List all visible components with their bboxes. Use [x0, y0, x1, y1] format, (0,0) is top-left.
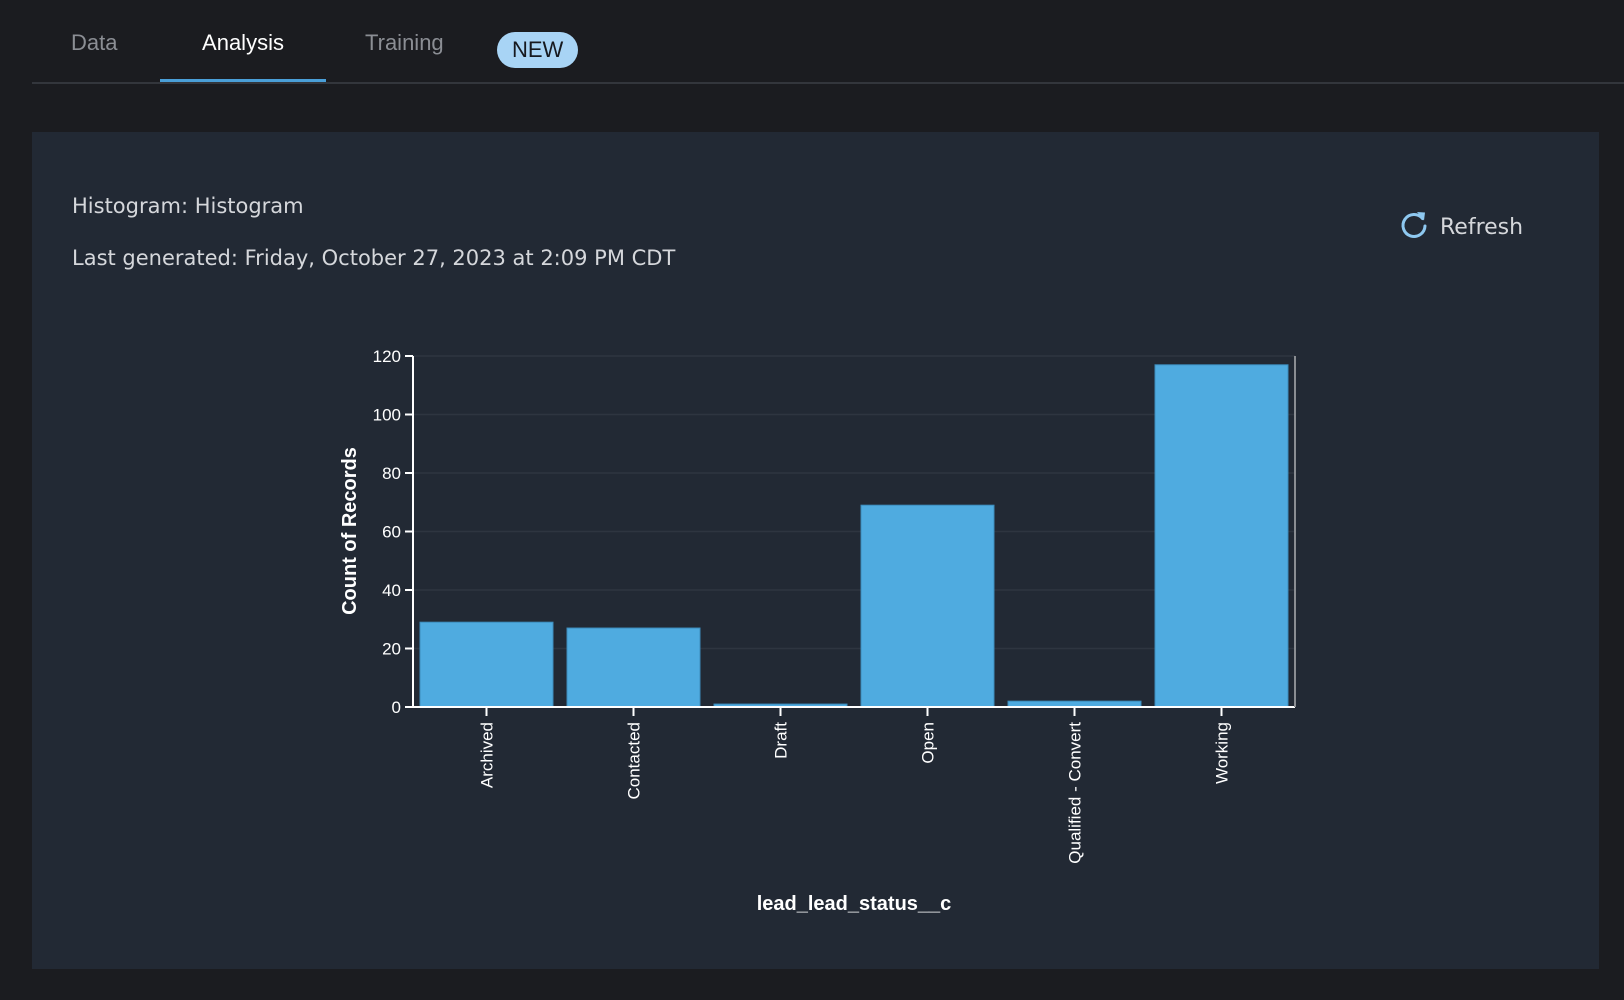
y-tick-label-120: 120 — [373, 347, 401, 366]
bar-working — [1154, 364, 1289, 708]
x-axis-title: lead_lead_status__c — [757, 893, 952, 915]
histogram-chart: 0 20 40 60 80 100 120 Archived Contacted Draft Ope… — [339, 347, 1296, 915]
x-tick-label-draft: Draft — [772, 722, 791, 759]
bar-contacted — [566, 627, 701, 708]
y-tick-label-20: 20 — [382, 640, 401, 659]
y-tick-label-80: 80 — [382, 464, 401, 483]
x-tick-label-qualified-convert: Qualified - Convert — [1066, 722, 1085, 864]
bars — [419, 364, 1289, 708]
x-tick-label-working: Working — [1213, 722, 1232, 784]
bar-open — [860, 504, 995, 708]
y-tick-label-60: 60 — [382, 523, 401, 542]
y-tick-label-100: 100 — [373, 406, 401, 425]
y-tick-label-0: 0 — [392, 698, 401, 717]
y-tick-label-40: 40 — [382, 581, 401, 600]
x-tick-label-contacted: Contacted — [625, 722, 644, 800]
bar-archived — [419, 621, 554, 708]
x-tick-label-open: Open — [919, 722, 938, 764]
y-axis-title: Count of Records — [339, 447, 361, 615]
x-tick-label-archived: Archived — [478, 722, 497, 788]
